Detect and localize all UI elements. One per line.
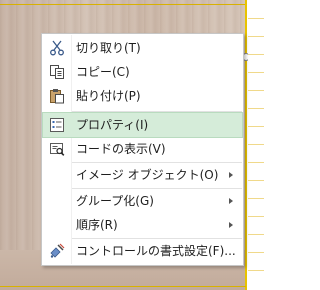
sheet-row-line	[248, 54, 264, 55]
selection-frame-right	[245, 0, 247, 290]
sheet-row-line	[248, 90, 264, 91]
menu-item-copy[interactable]: コピー(C)	[43, 60, 242, 84]
menu-item-label: 貼り付け(P)	[76, 89, 141, 103]
sheet-row-line	[248, 18, 264, 19]
menu-item-properties[interactable]: プロパティ(I)	[42, 112, 243, 138]
menu-item-label: 順序(R)	[76, 218, 118, 232]
sheet-row-line	[248, 108, 264, 109]
menu-item-label: イメージ オブジェクト(O)	[76, 168, 219, 182]
submenu-arrow-icon	[229, 222, 233, 228]
properties-icon	[49, 117, 65, 133]
menu-item-label: プロパティ(I)	[76, 118, 149, 132]
sheet-row-line	[248, 252, 264, 253]
submenu-arrow-icon	[229, 198, 233, 204]
copy-icon	[49, 64, 65, 80]
sheet-row-line	[248, 180, 264, 181]
submenu-arrow-icon	[229, 172, 233, 178]
sheet-row-line	[248, 234, 264, 235]
context-menu: 切り取り(T) コピー(C) 貼り付け(P) プロパティ(I) コードの表示(V…	[41, 33, 244, 266]
format-control-icon	[49, 243, 65, 259]
menu-item-group[interactable]: グループ化(G)	[43, 189, 242, 213]
paste-icon	[49, 88, 65, 104]
menu-item-label: コントロールの書式設定(F)...	[76, 244, 236, 258]
sheet-row-line	[248, 144, 264, 145]
menu-item-label: コードの表示(V)	[76, 142, 166, 156]
menu-item-image-object[interactable]: イメージ オブジェクト(O)	[43, 163, 242, 187]
sheet-row-line	[248, 198, 264, 199]
menu-item-format-control[interactable]: コントロールの書式設定(F)...	[43, 239, 242, 263]
sheet-row-line	[248, 126, 264, 127]
selection-frame-top	[0, 4, 246, 5]
sheet-row-line	[248, 216, 264, 217]
sheet-row-line	[248, 270, 264, 271]
menu-item-paste[interactable]: 貼り付け(P)	[43, 84, 242, 108]
menu-item-cut[interactable]: 切り取り(T)	[43, 36, 242, 60]
selection-frame-bottom	[0, 286, 246, 287]
menu-item-label: グループ化(G)	[76, 194, 154, 208]
spreadsheet-area	[248, 0, 264, 290]
menu-separator	[72, 111, 242, 112]
menu-item-label: 切り取り(T)	[76, 41, 141, 55]
menu-item-order[interactable]: 順序(R)	[43, 213, 242, 237]
menu-item-label: コピー(C)	[76, 65, 130, 79]
scissors-icon	[49, 40, 65, 56]
sheet-row-line	[248, 36, 264, 37]
sheet-row-line	[248, 72, 264, 73]
menu-item-view-code[interactable]: コードの表示(V)	[43, 137, 242, 161]
sheet-row-line	[248, 162, 264, 163]
view-code-icon	[49, 141, 65, 157]
